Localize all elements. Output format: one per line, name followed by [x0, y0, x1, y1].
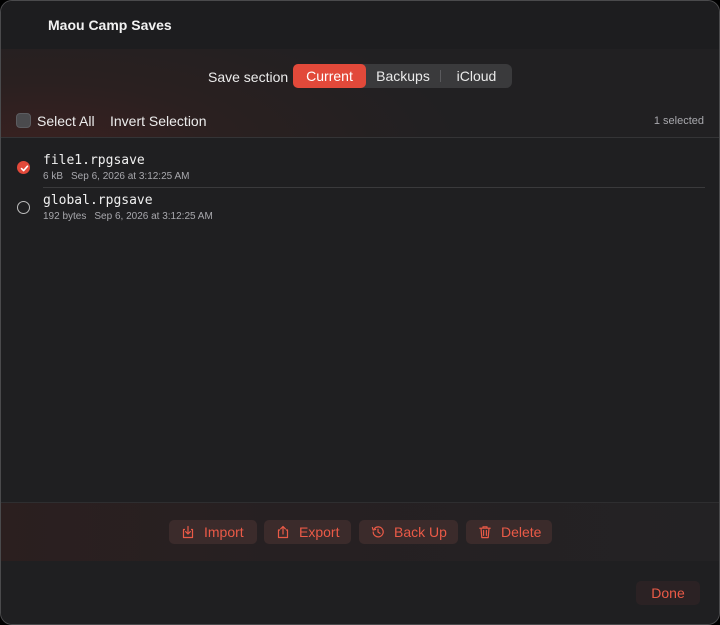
selected-radio[interactable]: [17, 161, 30, 174]
file-name: file1.rpgsave: [43, 153, 145, 168]
file-name: global.rpgsave: [43, 193, 153, 208]
save-file-list: file1.rpgsave 6 kB Sep 6, 2026 at 3:12:25…: [1, 138, 719, 502]
export-label: Export: [299, 524, 340, 540]
segment-backups[interactable]: Backups: [366, 64, 440, 88]
file-date: Sep 6, 2026 at 3:12:25 AM: [94, 211, 213, 222]
header-controls: Save section Current Backups iCloud Sele…: [1, 49, 719, 138]
unselected-radio[interactable]: [17, 201, 30, 214]
list-item[interactable]: global.rpgsave 192 bytes Sep 6, 2026 at 3…: [1, 190, 719, 230]
footer: Done: [1, 561, 719, 624]
delete-label: Delete: [501, 524, 542, 540]
segment-current[interactable]: Current: [293, 64, 366, 88]
selection-count: 1 selected: [653, 115, 704, 127]
trash-icon: [479, 526, 491, 539]
row-divider: [43, 187, 705, 188]
list-item[interactable]: file1.rpgsave 6 kB Sep 6, 2026 at 3:12:25…: [1, 150, 719, 190]
segment-icloud[interactable]: iCloud: [441, 64, 512, 88]
clock-arrow-icon: [371, 526, 384, 538]
import-label: Import: [204, 524, 244, 540]
file-meta: 6 kB Sep 6, 2026 at 3:12:25 AM: [43, 171, 189, 182]
done-button[interactable]: Done: [636, 581, 700, 605]
select-all-checkbox[interactable]: [16, 113, 31, 128]
file-meta: 192 bytes Sep 6, 2026 at 3:12:25 AM: [43, 211, 213, 222]
file-size: 6 kB: [43, 171, 64, 182]
save-section-label: Save section: [208, 69, 289, 85]
save-section-segmented-control: Current Backups iCloud: [293, 64, 512, 88]
import-icon: [182, 525, 194, 539]
export-button[interactable]: Export: [264, 520, 351, 544]
checkmark-icon: [20, 165, 29, 172]
window-title: Maou Camp Saves: [48, 17, 172, 33]
save-manager-window: Maou Camp Saves Save section Current Bac…: [0, 0, 720, 625]
invert-selection-button[interactable]: Invert Selection: [110, 113, 207, 129]
file-size: 192 bytes: [43, 211, 87, 222]
export-icon: [277, 525, 289, 539]
action-toolbar: Import Export Back Up Delete: [1, 502, 719, 562]
back-up-button[interactable]: Back Up: [359, 520, 458, 544]
import-button[interactable]: Import: [169, 520, 257, 544]
select-all-button[interactable]: Select All: [37, 113, 95, 129]
back-up-label: Back Up: [394, 524, 447, 540]
title-bar: Maou Camp Saves: [1, 1, 719, 50]
selection-row: Select All Invert Selection 1 selected: [1, 112, 719, 130]
file-date: Sep 6, 2026 at 3:12:25 AM: [71, 171, 190, 182]
save-section-row: Save section Current Backups iCloud: [1, 64, 719, 88]
delete-button[interactable]: Delete: [466, 520, 552, 544]
